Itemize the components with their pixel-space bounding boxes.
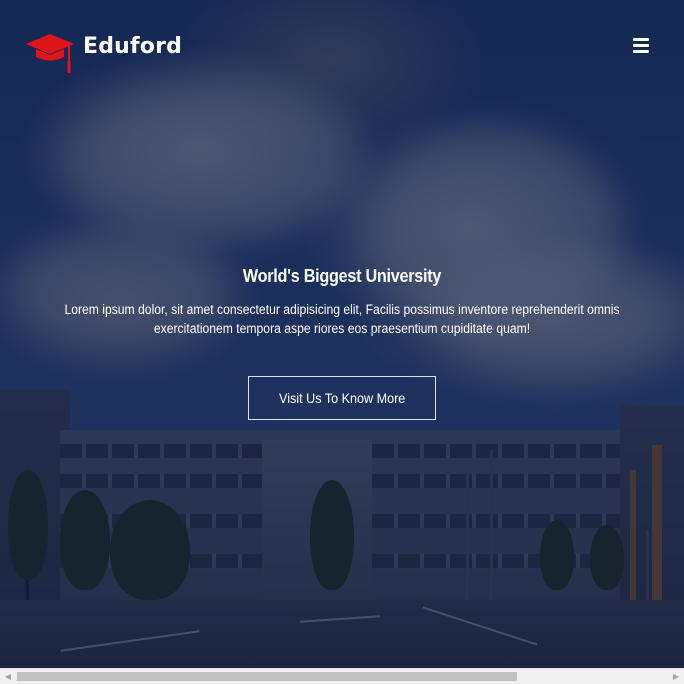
visit-us-button-label: Visit Us To Know More [278, 390, 406, 406]
scrollbar-thumb[interactable] [17, 672, 517, 681]
hero-section: Eduford World's Biggest University Lorem… [0, 0, 684, 668]
brand-logo-link[interactable]: Eduford [25, 30, 182, 74]
hamburger-menu-icon [629, 37, 653, 53]
graduation-cap-icon [26, 34, 74, 73]
scroll-right-arrow-icon[interactable]: ▶ [668, 669, 684, 684]
horizontal-scrollbar[interactable]: ◀ ▶ [0, 668, 684, 684]
menu-button[interactable] [629, 34, 653, 56]
visit-us-button[interactable]: Visit Us To Know More [248, 376, 436, 420]
hero-content: World's Biggest University Lorem ipsum d… [0, 262, 684, 338]
site-header: Eduford [0, 0, 684, 90]
brand-name: Eduford [83, 34, 183, 59]
hero-description: Lorem ipsum dolor, sit amet consectetur … [64, 302, 620, 336]
scroll-left-arrow-icon[interactable]: ◀ [0, 669, 16, 684]
hero-title: World's Biggest University [242, 266, 442, 286]
